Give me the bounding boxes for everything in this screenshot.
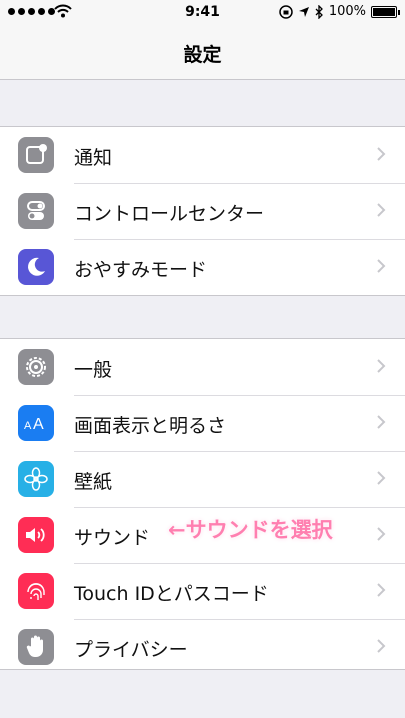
speaker-icon: [18, 517, 54, 553]
chevron-right-icon: [377, 583, 386, 597]
settings-row-display-brightness[interactable]: A A 画面表示と明るさ: [0, 395, 405, 451]
chevron-right-icon: [377, 203, 386, 217]
display-brightness-icon: A A: [18, 405, 54, 441]
chevron-right-icon: [377, 259, 386, 273]
navigation-bar: 設定: [0, 26, 405, 80]
settings-row-wallpaper[interactable]: 壁紙: [0, 451, 405, 507]
settings-group-1: 通知 コントロールセンター おやすみモード: [0, 126, 405, 296]
wallpaper-icon: [18, 461, 54, 497]
battery-icon: [371, 5, 400, 18]
chevron-right-icon: [377, 527, 386, 541]
gear-icon: [18, 349, 54, 385]
settings-row-control-center[interactable]: コントロールセンター: [0, 183, 405, 239]
chevron-right-icon: [377, 359, 386, 373]
settings-row-label: サウンド: [74, 527, 151, 549]
settings-group-2: 一般 A A 画面表示と明るさ 壁紙 サウンド Touch IDとパスコード プ…: [0, 338, 405, 670]
settings-row-label: コントロールセンター: [74, 203, 265, 225]
control-center-icon: [18, 193, 54, 229]
chevron-right-icon: [377, 639, 386, 653]
settings-row-label: 通知: [74, 147, 113, 169]
moon-icon: [18, 249, 54, 285]
svg-text:A: A: [33, 416, 44, 433]
settings-row-notifications[interactable]: 通知: [0, 127, 405, 183]
settings-row-label: おやすみモード: [74, 259, 208, 281]
notifications-icon: [18, 137, 54, 173]
hand-icon: [18, 629, 54, 665]
chevron-right-icon: [377, 147, 386, 161]
settings-row-label: Touch IDとパスコード: [74, 583, 269, 605]
status-bar: 9:41 100%: [0, 0, 405, 26]
chevron-right-icon: [377, 471, 386, 485]
settings-row-label: 壁紙: [74, 471, 113, 493]
settings-row-label: 一般: [74, 359, 113, 381]
annotation-select-sound: ←サウンドを選択: [168, 518, 333, 542]
bluetooth-icon: [315, 4, 323, 19]
settings-row-do-not-disturb[interactable]: おやすみモード: [0, 239, 405, 295]
chevron-right-icon: [377, 415, 386, 429]
battery-percentage: 100%: [328, 4, 366, 19]
orientation-lock-icon: [279, 4, 293, 19]
fingerprint-icon: [18, 573, 54, 609]
svg-text:A: A: [24, 420, 32, 432]
page-title: 設定: [183, 44, 222, 66]
settings-row-touch-id-passcode[interactable]: Touch IDとパスコード: [0, 563, 405, 619]
settings-row-label: プライバシー: [74, 639, 188, 661]
settings-row-general[interactable]: 一般: [0, 339, 405, 395]
location-icon: [298, 6, 309, 17]
settings-row-privacy[interactable]: プライバシー: [0, 619, 405, 675]
settings-row-label: 画面表示と明るさ: [74, 415, 227, 437]
